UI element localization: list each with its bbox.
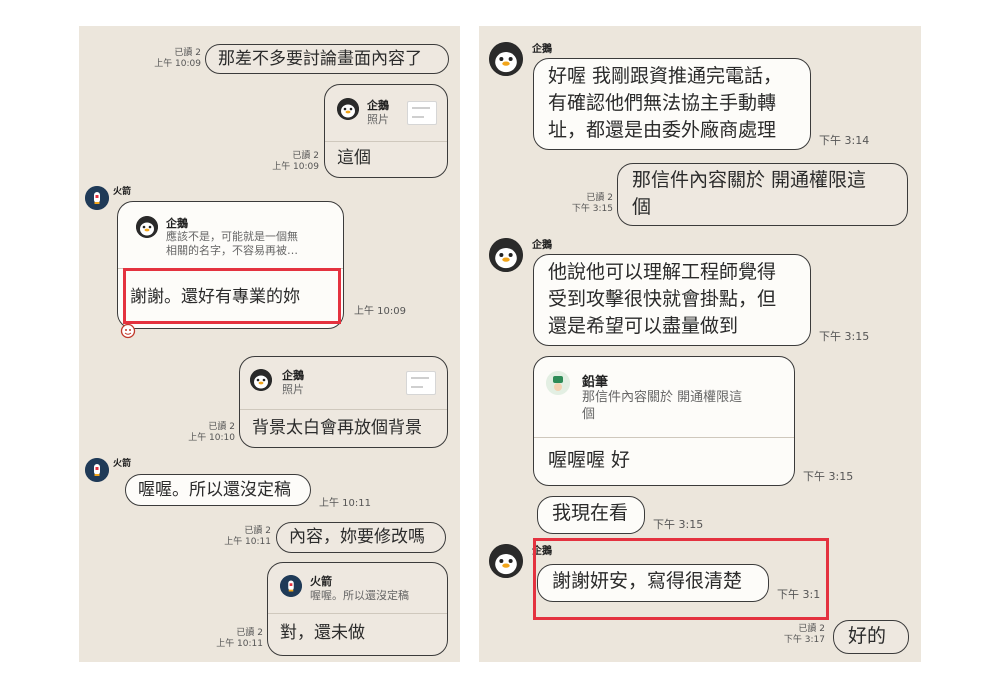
reply-bubble-outgoing[interactable]: 企鵝 照片 這個	[324, 84, 448, 178]
message-time: 上午 10:11	[319, 498, 371, 509]
quoted-sender: 企鵝	[166, 217, 188, 230]
message-text: 這個	[337, 148, 371, 168]
message-bubble-outgoing[interactable]: 那差不多要討論畫面內容了	[205, 44, 449, 74]
message-time: 上午 10:11	[224, 537, 271, 547]
message-bubble-outgoing[interactable]: 好的	[833, 620, 909, 654]
quoted-sender: 企鵝	[282, 369, 304, 382]
message-time: 下午 3:14	[819, 134, 870, 147]
quoted-text: 喔喔。所以還沒定稿	[310, 589, 409, 602]
message-bubble-incoming[interactable]: 他說他可以理解工程師覺得 受到攻擊很快就會掛點，但 還是希望可以盡量做到	[533, 254, 811, 346]
message-bubble-incoming[interactable]: 好喔 我剛跟資推通完電話， 有確認他們無法協主手動轉 址，都還是由委外廠商處理	[533, 58, 811, 150]
rocket-icon[interactable]	[85, 186, 109, 210]
quoted-message[interactable]: 企鵝 照片	[325, 85, 447, 142]
read-receipt: 已讀 2	[798, 624, 825, 634]
photo-thumbnail[interactable]	[407, 101, 437, 125]
sender-name: 企鵝	[532, 44, 552, 55]
penguin-icon[interactable]	[489, 238, 523, 272]
message-time: 上午 10:09	[272, 162, 319, 172]
message-text: 背景太白會再放個背景	[252, 418, 422, 438]
photo-thumbnail[interactable]	[406, 371, 436, 395]
message-time: 上午 10:11	[216, 639, 263, 649]
read-receipt: 已讀 2	[174, 48, 201, 58]
rocket-icon	[280, 575, 302, 597]
quoted-sender: 鉛筆	[582, 375, 609, 390]
message-bubble-incoming[interactable]: 我現在看	[537, 496, 645, 534]
read-receipt: 已讀 2	[236, 628, 263, 638]
message-meta: 已讀 2 上午 10:10	[163, 422, 235, 444]
quoted-sender: 火箭	[310, 575, 332, 588]
message-meta: 已讀 2 下午 3:15	[549, 193, 613, 215]
penguin-icon	[250, 369, 272, 391]
quoted-text: 照片	[367, 113, 389, 126]
message-text: 好喔 我剛跟資推通完電話， 有確認他們無法協主手動轉 址，都還是由委外廠商處理	[548, 65, 783, 141]
reply-bubble-outgoing[interactable]: 企鵝 照片 背景太白會再放個背景	[239, 356, 448, 448]
message-time: 下午 3:15	[819, 330, 870, 343]
right-chat-panel: 企鵝 好喔 我剛跟資推通完電話， 有確認他們無法協主手動轉 址，都還是由委外廠商…	[479, 26, 921, 662]
highlight-box	[123, 268, 341, 324]
quoted-text: 應該不是，可能就是一個無 相關的名字，不容易再被…	[166, 230, 298, 257]
message-time: 上午 10:10	[188, 433, 235, 443]
message-text: 他說他可以理解工程師覺得 受到攻擊很快就會掛點，但 還是希望可以盡量做到	[548, 261, 777, 337]
read-receipt: 已讀 2	[586, 193, 613, 203]
message-text: 好的	[848, 625, 887, 647]
quoted-message[interactable]: 企鵝 應該不是，可能就是一個無 相關的名字，不容易再被…	[118, 202, 343, 269]
quoted-message[interactable]: 鉛筆 那信件內容關於 開通權限這 個	[534, 357, 794, 438]
message-time: 下午 3:15	[803, 470, 854, 483]
reply-bubble-outgoing[interactable]: 火箭 喔喔。所以還沒定稿 對，還未做	[267, 562, 448, 656]
rocket-icon[interactable]	[85, 458, 109, 482]
pencil-icon	[546, 371, 570, 395]
message-text: 我現在看	[552, 502, 629, 524]
left-chat-panel: 已讀 2 上午 10:09 那差不多要討論畫面內容了 企鵝 照片 這個 已讀 2…	[79, 26, 460, 662]
message-meta: 已讀 2 上午 10:09	[247, 151, 319, 173]
message-bubble-outgoing[interactable]: 內容，妳要修改嗎	[276, 522, 446, 553]
quoted-message[interactable]: 火箭 喔喔。所以還沒定稿	[268, 563, 447, 614]
quoted-text: 那信件內容關於 開通權限這 個	[582, 390, 743, 422]
message-text: 喔喔。所以還沒定稿	[138, 480, 291, 500]
message-time: 上午 10:09	[154, 59, 201, 69]
message-text: 對，還未做	[280, 623, 365, 643]
read-receipt: 已讀 2	[244, 526, 271, 536]
penguin-icon	[136, 216, 158, 238]
message-time: 下午 3:15	[653, 518, 704, 531]
penguin-icon[interactable]	[489, 42, 523, 76]
read-receipt: 已讀 2	[208, 422, 235, 432]
message-time: 上午 10:09	[354, 306, 406, 317]
message-time: 下午 3:15	[571, 204, 613, 214]
penguin-icon	[337, 98, 359, 120]
sender-name: 企鵝	[532, 240, 552, 251]
message-meta: 已讀 2 上午 10:11	[187, 628, 263, 650]
quoted-sender: 企鵝	[367, 99, 389, 112]
reply-bubble-incoming[interactable]: 鉛筆 那信件內容關於 開通權限這 個 喔喔喔 好	[533, 356, 795, 486]
penguin-icon[interactable]	[489, 544, 523, 578]
message-meta: 已讀 2 上午 10:09	[129, 48, 201, 70]
message-text: 那差不多要討論畫面內容了	[218, 49, 422, 69]
sender-name: 火箭	[113, 187, 132, 197]
reaction-icon[interactable]	[120, 323, 136, 339]
sender-name: 火箭	[113, 459, 132, 469]
message-meta: 已讀 2 下午 3:17	[761, 624, 825, 646]
message-bubble-outgoing[interactable]: 那信件內容關於 開通權限這 個	[617, 163, 908, 226]
message-text: 內容，妳要修改嗎	[289, 527, 425, 547]
message-text: 那信件內容關於 開通權限這 個	[632, 169, 867, 218]
message-meta: 已讀 2 上午 10:11	[201, 526, 271, 548]
message-bubble-incoming[interactable]: 喔喔。所以還沒定稿	[125, 474, 311, 506]
quoted-text: 照片	[282, 383, 304, 396]
message-text: 喔喔喔 好	[548, 449, 631, 471]
quoted-message[interactable]: 企鵝 照片	[240, 357, 447, 410]
message-time: 下午 3:17	[783, 635, 825, 645]
highlight-box	[533, 538, 829, 620]
read-receipt: 已讀 2	[292, 151, 319, 161]
